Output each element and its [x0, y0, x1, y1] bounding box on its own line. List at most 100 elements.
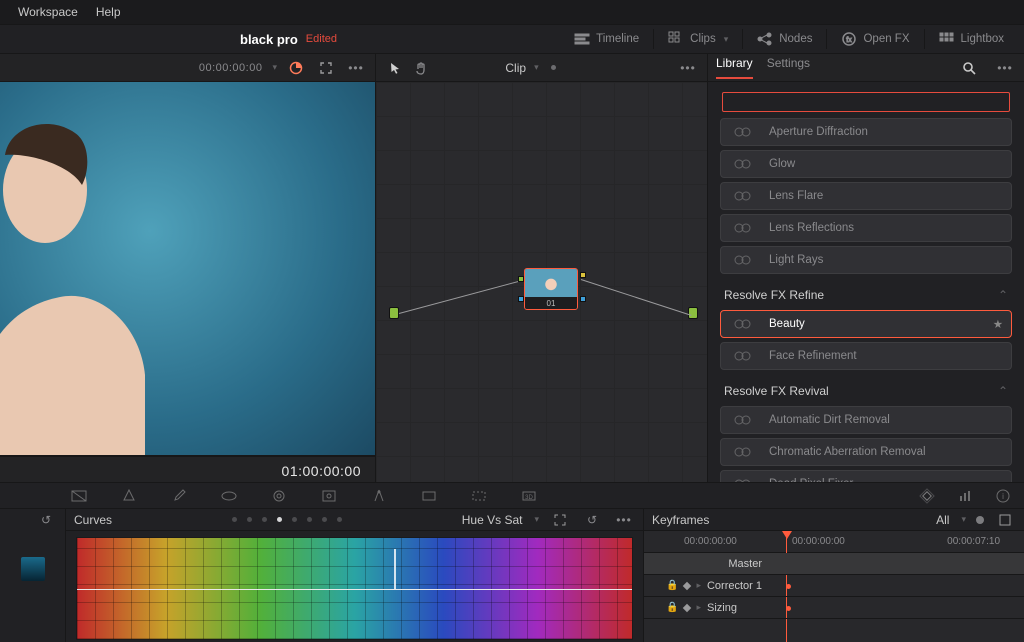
color-node[interactable]: 01 [524, 268, 578, 310]
fx-item[interactable]: Beauty★ [720, 310, 1012, 338]
openfx-button[interactable]: fx Open FX [831, 24, 919, 54]
curve-marker[interactable] [394, 549, 396, 588]
cursor-icon[interactable] [384, 57, 406, 79]
graph-output-port[interactable] [688, 307, 698, 319]
fx-item[interactable]: Face Refinement [720, 342, 1012, 370]
chevron-down-icon[interactable]: ▾ [272, 62, 277, 73]
fx-item-label: Aperture Diffraction [769, 126, 868, 138]
fx-item-icon [729, 442, 757, 462]
node-scope[interactable]: Clip [505, 61, 526, 75]
kf-row-master[interactable]: Master [644, 553, 1024, 575]
keyframe-marker[interactable] [786, 584, 791, 589]
chevron-up-icon[interactable]: ⌃ [998, 288, 1008, 302]
node-link [581, 279, 692, 316]
lightbox-button[interactable]: Lightbox [929, 24, 1014, 54]
expand-icon[interactable] [994, 509, 1016, 531]
fx-item[interactable]: Aperture Diffraction [720, 118, 1012, 146]
chevron-right-icon[interactable]: ▸ [696, 580, 701, 591]
chevron-up-icon[interactable]: ⌃ [998, 384, 1008, 398]
expand-icon[interactable] [315, 57, 337, 79]
tracking-icon[interactable] [418, 485, 440, 507]
lock-icon[interactable]: 🔒 [666, 580, 678, 591]
chevron-down-icon[interactable]: ▾ [534, 514, 539, 525]
scopes-icon[interactable] [954, 485, 976, 507]
timeline-button[interactable]: Timeline [564, 24, 649, 54]
window-icon[interactable] [368, 485, 390, 507]
keyframe-diamond-icon[interactable] [916, 485, 938, 507]
key-icon[interactable]: 3D [518, 485, 540, 507]
kf-row-label: Master [652, 558, 762, 570]
hue-vs-sat-plot[interactable] [76, 537, 633, 640]
clips-button[interactable]: Clips ▾ [658, 24, 738, 54]
fx-item[interactable]: Light Rays [720, 246, 1012, 274]
kf-row-corrector[interactable]: 🔒 ▸ Corrector 1 [644, 575, 1024, 597]
fx-group-title[interactable]: Resolve FX Revival⌃ [724, 384, 1008, 398]
lightbox-icon [939, 31, 955, 47]
kf-time-end: 00:00:07:10 [947, 536, 1000, 547]
svg-text:3D: 3D [525, 495, 533, 501]
chevron-down-icon[interactable]: ▾ [534, 62, 539, 73]
blur-icon[interactable] [468, 485, 490, 507]
kf-time-start: 00:00:00:00 [684, 536, 737, 547]
chevron-right-icon[interactable]: ▸ [696, 602, 701, 613]
info-icon[interactable]: i [992, 485, 1014, 507]
keyframe-diamond-icon[interactable] [683, 581, 691, 589]
menu-help[interactable]: Help [96, 5, 121, 19]
keyframes-timeline[interactable]: 00:00:00:00 00:00:00:00 00:00:07:10 Mast… [644, 531, 1024, 642]
fx-search-input[interactable] [722, 92, 1010, 112]
reset-icon[interactable]: ↺ [35, 509, 57, 531]
node-port[interactable] [580, 272, 586, 278]
curves-icon[interactable] [218, 485, 240, 507]
graph-input-port[interactable] [389, 307, 399, 319]
lock-icon[interactable]: 🔒 [666, 602, 678, 613]
curves-mode[interactable]: Hue Vs Sat [462, 513, 523, 527]
viewer-canvas[interactable] [0, 82, 375, 456]
kf-row-sizing[interactable]: 🔒 ▸ Sizing [644, 597, 1024, 619]
expand-icon[interactable] [549, 509, 571, 531]
fx-item[interactable]: Lens Flare [720, 182, 1012, 210]
curves-page-dots[interactable] [122, 517, 452, 522]
timeline-icon [574, 31, 590, 47]
node-port[interactable] [518, 276, 524, 282]
eyedropper-icon[interactable] [168, 485, 190, 507]
keyframes-title: Keyframes [652, 513, 709, 527]
keyframe-diamond-icon[interactable] [683, 603, 691, 611]
node-port[interactable] [518, 296, 524, 302]
gallery-still[interactable] [21, 557, 45, 581]
more-icon[interactable]: ••• [613, 509, 635, 531]
chevron-down-icon[interactable]: ▾ [961, 514, 966, 525]
search-icon[interactable] [958, 57, 980, 79]
keyframe-marker[interactable] [786, 606, 791, 611]
color-wheels-icon[interactable] [118, 485, 140, 507]
nodes-label: Nodes [779, 33, 812, 45]
tab-library[interactable]: Library [716, 56, 753, 79]
fx-item[interactable]: Automatic Dirt Removal [720, 406, 1012, 434]
more-icon[interactable]: ••• [345, 57, 367, 79]
svg-text:i: i [1002, 492, 1004, 501]
menu-workspace[interactable]: Workspace [18, 5, 78, 19]
node-port[interactable] [580, 296, 586, 302]
more-icon[interactable]: ••• [994, 57, 1016, 79]
fx-list[interactable]: Aperture Diffraction Glow Lens Flare Lens R… [708, 118, 1024, 484]
hand-icon[interactable] [410, 57, 432, 79]
fx-item[interactable]: Chromatic Aberration Removal [720, 438, 1012, 466]
camera-raw-icon[interactable] [68, 485, 90, 507]
keyframes-filter[interactable]: All [936, 513, 949, 527]
color-warper-icon[interactable] [268, 485, 290, 507]
nodes-canvas[interactable]: 01 [376, 82, 707, 484]
fx-item[interactable]: Glow [720, 150, 1012, 178]
node-label: 01 [525, 297, 577, 310]
viewer-tc-in: 00:00:00:00 [199, 62, 263, 74]
fx-item[interactable]: Lens Reflections [720, 214, 1012, 242]
star-icon[interactable]: ★ [993, 317, 1003, 331]
image-wipe-icon[interactable] [285, 57, 307, 79]
palette-bar: 3D i [0, 483, 1024, 509]
qualifier-icon[interactable] [318, 485, 340, 507]
nodes-button[interactable]: Nodes [747, 24, 822, 54]
node-link [399, 280, 523, 314]
fx-item-label: Glow [769, 158, 795, 170]
fx-group-title[interactable]: Resolve FX Refine⌃ [724, 288, 1008, 302]
more-icon[interactable]: ••• [677, 57, 699, 79]
reset-icon[interactable]: ↺ [581, 509, 603, 531]
tab-settings[interactable]: Settings [767, 56, 810, 79]
